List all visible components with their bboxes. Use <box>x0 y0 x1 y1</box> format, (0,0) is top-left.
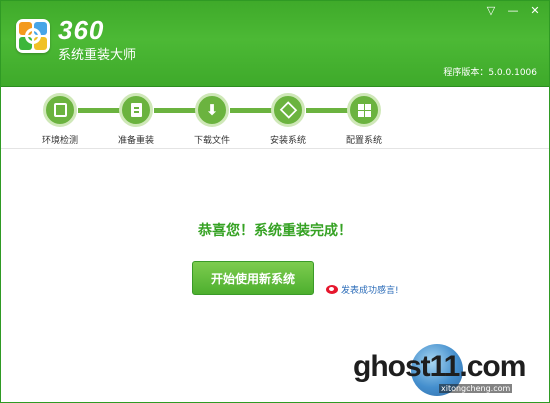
installer-window: 360 系统重装大师 ▽ — ✕ 程序版本：5.0.0.1006 环境检测 准备… <box>0 0 550 403</box>
title-bar: 360 系统重装大师 ▽ — ✕ 程序版本：5.0.0.1006 <box>1 1 549 87</box>
watermark-subtext: xitongcheng.com <box>439 384 513 393</box>
brand-name: 系统重装大师 <box>58 48 137 63</box>
progress-steps: 环境检测 准备重装 ⬇ 下载文件 安装系统 配置系统 <box>1 87 549 149</box>
window-controls: ▽ — ✕ <box>485 5 541 17</box>
close-button[interactable]: ✕ <box>529 5 541 17</box>
step-prepare-reinstall: 准备重装 <box>101 93 171 146</box>
step-label: 下载文件 <box>193 136 230 146</box>
step-label: 环境检测 <box>41 136 78 146</box>
360-logo-icon <box>16 19 50 53</box>
completion-message: 恭喜您！系统重装完成！ <box>198 223 352 239</box>
package-icon <box>271 93 305 127</box>
weibo-icon <box>326 285 338 294</box>
document-check-icon <box>43 93 77 127</box>
menu-dropdown-icon[interactable]: ▽ <box>485 5 497 17</box>
minimize-button[interactable]: — <box>507 5 519 17</box>
feedback-link-label: 发表成功感言! <box>341 286 399 296</box>
step-label: 配置系统 <box>345 136 382 146</box>
brand-number: 360 <box>58 15 105 45</box>
watermark: ghost11.com xitongcheng.com <box>353 342 543 398</box>
windows-logo-icon <box>347 93 381 127</box>
start-new-system-button[interactable]: 开始使用新系统 <box>192 261 314 295</box>
version-label: 程序版本：5.0.0.1006 <box>443 68 537 78</box>
download-icon: ⬇ <box>195 93 229 127</box>
watermark-text: ghost11.com <box>353 350 526 383</box>
step-configure-system: 配置系统 <box>329 93 399 146</box>
step-download-files: ⬇ 下载文件 <box>177 93 247 146</box>
clipboard-icon <box>119 93 153 127</box>
step-environment-check: 环境检测 <box>25 93 95 146</box>
feedback-link[interactable]: 发表成功感言! <box>326 283 399 296</box>
step-label: 准备重装 <box>117 136 154 146</box>
step-label: 安装系统 <box>269 136 306 146</box>
step-install-system: 安装系统 <box>253 93 323 146</box>
